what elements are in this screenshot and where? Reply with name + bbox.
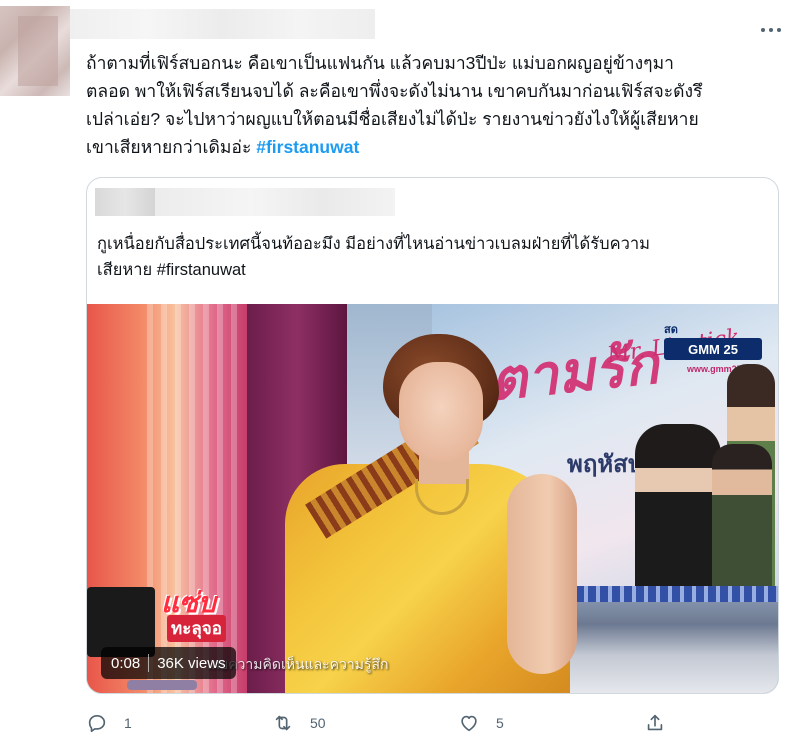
network-live-label: สด <box>664 324 678 336</box>
video-player[interactable]: ยุตามรัก Mr. Lipstick พฤหัสบดี สด GMM 25… <box>87 304 778 693</box>
more-icon <box>761 28 765 32</box>
reply-count: 1 <box>124 715 132 731</box>
quoted-hashtag[interactable]: #firstanuwat <box>157 261 246 279</box>
video-views: 36K views <box>157 654 226 672</box>
reply-icon <box>88 715 106 733</box>
quoted-author-name-redacted[interactable] <box>155 188 395 216</box>
retweet-button[interactable]: 50 <box>272 706 326 740</box>
tweet-body: ถ้าตามที่เฟิร์สบอกนะ คือเขาเป็นแฟนกัน แล… <box>86 53 703 157</box>
author-name-redacted[interactable] <box>70 9 375 39</box>
quoted-avatar[interactable] <box>95 188 155 216</box>
like-icon <box>461 715 477 732</box>
badge-divider <box>148 654 150 672</box>
show-logo-bottom: ทะลุจอ <box>167 615 226 642</box>
retweet-icon <box>275 715 291 731</box>
network-logo: GMM 25 <box>664 338 762 360</box>
more-icon-dot <box>777 28 781 32</box>
quoted-tweet-text: กูเหนื่อยกับสื่อประเทศนี้จนท้ออะมึง มีอย… <box>97 231 767 283</box>
tweet-text: ถ้าตามที่เฟิร์สบอกนะ คือเขาเป็นแฟนกัน แล… <box>86 49 776 161</box>
tweet: ถ้าตามที่เฟิร์สบอกนะ คือเขาเป็นแฟนกัน แล… <box>0 0 800 755</box>
share-icon <box>647 714 663 731</box>
quoted-tweet[interactable]: กูเหนื่อยกับสื่อประเทศนี้จนท้ออะมึง มีอย… <box>86 177 779 694</box>
more-button[interactable] <box>754 18 788 42</box>
like-count: 5 <box>496 715 504 731</box>
share-button[interactable] <box>644 706 666 740</box>
more-icon-dot <box>769 28 773 32</box>
action-bar: 1 50 5 <box>86 706 686 740</box>
like-button[interactable]: 5 <box>458 706 504 740</box>
host-face <box>399 362 483 462</box>
reply-button[interactable]: 1 <box>86 706 132 740</box>
video-stats-badge: 0:08 36K views <box>101 647 236 679</box>
avatar[interactable] <box>0 6 70 96</box>
show-logo: แซ่บ ทะลุจอ <box>161 581 241 643</box>
studio-desk-rail <box>552 586 778 602</box>
hashtag-link[interactable]: #firstanuwat <box>256 137 359 157</box>
retweet-count: 50 <box>310 715 326 731</box>
host-arm <box>507 474 577 674</box>
video-time: 0:08 <box>111 654 141 672</box>
studio-object <box>127 680 197 690</box>
